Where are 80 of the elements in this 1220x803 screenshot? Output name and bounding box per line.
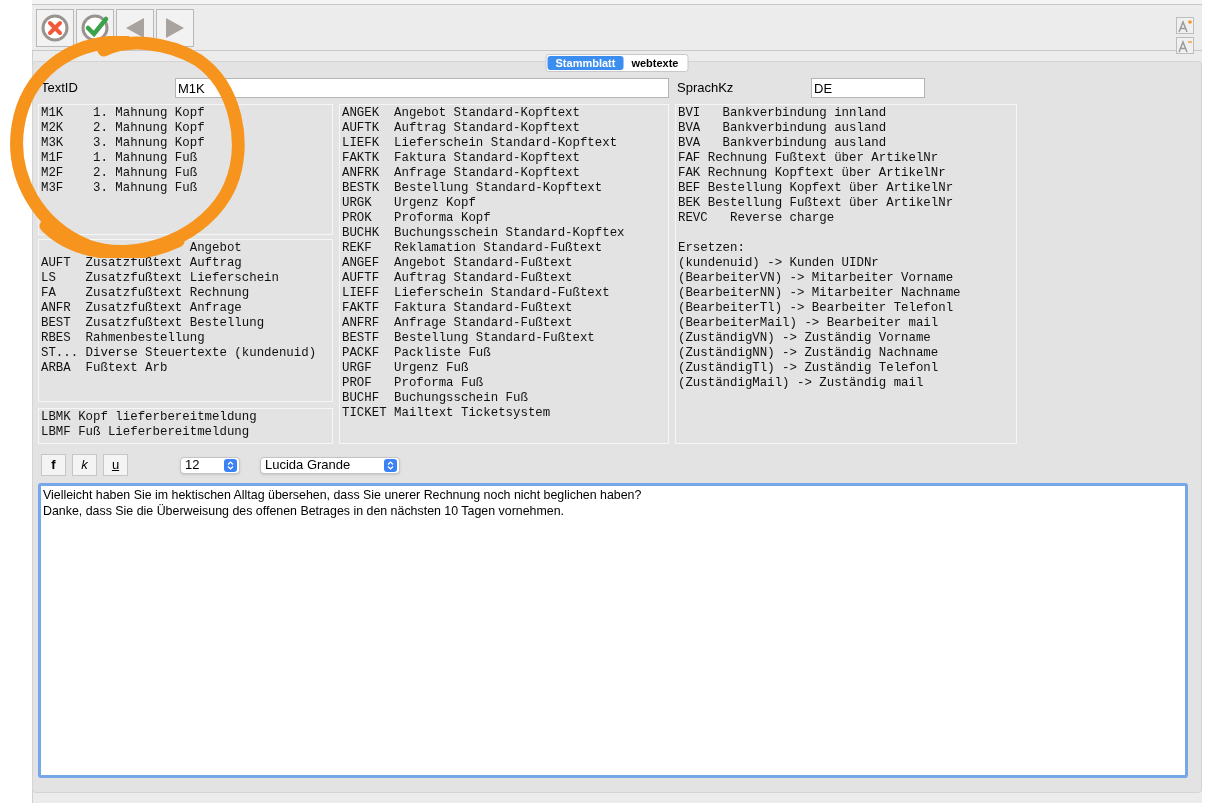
code-line: FAK Rechnung Kopftext über ArtikelNr bbox=[678, 166, 947, 181]
tab[interactable]: webtexte bbox=[623, 56, 687, 70]
code-line: M1K 1. Mahnung Kopf bbox=[41, 106, 206, 121]
field-label: SprachKz bbox=[677, 79, 735, 98]
editor-text-line: Vielleicht haben Sie im hektischen Alltag übersehen, dass Sie unerer Rechnung noch nicht beglichen haben? bbox=[43, 487, 643, 503]
text-id-field[interactable]: M1K bbox=[175, 78, 669, 98]
code-line: PROK Proforma Kopf bbox=[342, 211, 492, 226]
code-line: BVI Bankverbindung innland bbox=[678, 106, 888, 121]
code-line: URGF Urgenz Fuß bbox=[342, 361, 470, 376]
code-line: M2F 2. Mahnung Fuß bbox=[41, 166, 199, 181]
code-line: ARBA Fußtext Arb bbox=[41, 361, 169, 376]
cancel-icon bbox=[39, 12, 71, 44]
code-line: BEF Bestellung Kopfext über ArtikelNr bbox=[678, 181, 955, 196]
code-line: REKF Reklamation Standard-Fußtext bbox=[342, 241, 604, 256]
code-line: PROF Proforma Fuß bbox=[342, 376, 485, 391]
font-increase-button[interactable] bbox=[1176, 17, 1194, 34]
code-line: ANFRK Anfrage Standard-Kopftext bbox=[342, 166, 581, 181]
code-line: (ZuständigVN) -> Zuständig Vorname bbox=[678, 331, 932, 346]
code-line: LBMK Kopf lieferbereitmeldung bbox=[41, 410, 258, 425]
cancel-button[interactable] bbox=[36, 9, 74, 47]
code-line: REVC Reverse charge bbox=[678, 211, 836, 226]
font-family-select[interactable]: Lucida Grande bbox=[260, 456, 400, 474]
field-label: TextID bbox=[41, 79, 79, 98]
format-button[interactable]: f bbox=[41, 454, 66, 476]
code-line: ST... Diverse Steuertexte (kundenuid) bbox=[41, 346, 318, 361]
code-line: AUFTK Auftrag Standard-Kopftext bbox=[342, 121, 581, 136]
code-line: (BearbeiterTl) -> Bearbeiter Telefonl bbox=[678, 301, 955, 316]
code-line: (ZuständigNN) -> Zuständig Nachname bbox=[678, 346, 940, 361]
code-line: Angebot bbox=[188, 241, 243, 256]
right-arrow-icon bbox=[166, 18, 184, 38]
code-line: ANGEF Angebot Standard-Fußtext bbox=[342, 256, 574, 271]
font-size-select[interactable]: 12 bbox=[180, 456, 240, 474]
code-line: AUFTF Auftrag Standard-Fußtext bbox=[342, 271, 574, 286]
code-line: RBES Rahmenbestellung bbox=[41, 331, 206, 346]
code-line: M1F 1. Mahnung Fuß bbox=[41, 151, 199, 166]
code-line: FAF Rechnung Fußtext über ArtikelNr bbox=[678, 151, 940, 166]
code-line: FAKTK Faktura Standard-Kopftext bbox=[342, 151, 581, 166]
code-line: LIEFK Lieferschein Standard-Kopftext bbox=[342, 136, 619, 151]
code-line: BUCHF Buchungsschein Fuß bbox=[342, 391, 529, 406]
code-line: AUFT Zusatzfußtext Auftrag bbox=[41, 256, 243, 271]
code-line: (ZuständigMail) -> Zuständig mail bbox=[678, 376, 925, 391]
code-line: FAKTF Faktura Standard-Fußtext bbox=[342, 301, 574, 316]
font-decrease-button[interactable] bbox=[1176, 37, 1194, 54]
code-line: BESTK Bestellung Standard-Kopftext bbox=[342, 181, 604, 196]
format-button[interactable]: k bbox=[72, 454, 97, 476]
font-size-icon bbox=[1177, 38, 1193, 53]
code-line: ANGEK Angebot Standard-Kopftext bbox=[342, 106, 581, 121]
code-line: BESTF Bestellung Standard-Fußtext bbox=[342, 331, 596, 346]
format-button[interactable]: u bbox=[103, 454, 128, 476]
editor-text-line: Danke, dass Sie die Überweisung des offenen Betrages in den nächsten 10 Tagen vornehmen. bbox=[43, 503, 565, 519]
code-line: URGK Urgenz Kopf bbox=[342, 196, 477, 211]
code-line: M2K 2. Mahnung Kopf bbox=[41, 121, 206, 136]
code-line: (BearbeiterMail) -> Bearbeiter mail bbox=[678, 316, 940, 331]
code-line: TICKET Mailtext Ticketsystem bbox=[342, 406, 552, 421]
code-line: BEK Bestellung Fußtext über ArtikelNr bbox=[678, 196, 955, 211]
next-button[interactable] bbox=[156, 9, 194, 47]
code-line: (BearbeiterNN) -> Mitarbeiter Nachname bbox=[678, 286, 962, 301]
stepper-icon bbox=[384, 458, 397, 472]
code-line: LS Zusatzfußtext Lieferschein bbox=[41, 271, 280, 286]
code-line: LIEFF Lieferschein Standard-Fußtext bbox=[342, 286, 611, 301]
code-line: M3F 3. Mahnung Fuß bbox=[41, 181, 199, 196]
code-line: (kundenuid) -> Kunden UIDNr bbox=[678, 256, 880, 271]
code-line: M3K 3. Mahnung Kopf bbox=[41, 136, 206, 151]
left-arrow-icon bbox=[126, 18, 144, 38]
code-line: LBMF Fuß Lieferbereitmeldung bbox=[41, 425, 251, 440]
code-line: (ZuständigTl) -> Zuständig Telefonl bbox=[678, 361, 940, 376]
code-line: FA Zusatzfußtext Rechnung bbox=[41, 286, 251, 301]
code-line: (BearbeiterVN) -> Mitarbeiter Vorname bbox=[678, 271, 955, 286]
text-editor[interactable]: Vielleicht haben Sie im hektischen Alltag übersehen, dass Sie unerer Rechnung noch nicht beglichen haben? Danke, dass Sie die Überweisung des offenen Betrages in den nächsten 10 Tagen vornehmen. bbox=[38, 483, 1188, 778]
font-size-icon bbox=[1177, 18, 1193, 33]
code-line: ANFR Zusatzfußtext Anfrage bbox=[41, 301, 243, 316]
code-line: BVA Bankverbindung ausland bbox=[678, 121, 888, 136]
code-line: PACKF Packliste Fuß bbox=[342, 346, 492, 361]
code-line: BVA Bankverbindung ausland bbox=[678, 136, 888, 151]
code-line: BUCHK Buchungsschein Standard-Kopftex bbox=[342, 226, 626, 241]
language-field[interactable]: DE bbox=[811, 78, 925, 98]
code-line: ANFRF Anfrage Standard-Fußtext bbox=[342, 316, 574, 331]
code-line: BEST Zusatzfußtext Bestellung bbox=[41, 316, 266, 331]
stepper-icon bbox=[224, 458, 237, 472]
code-line: Ersetzen: bbox=[678, 241, 746, 256]
